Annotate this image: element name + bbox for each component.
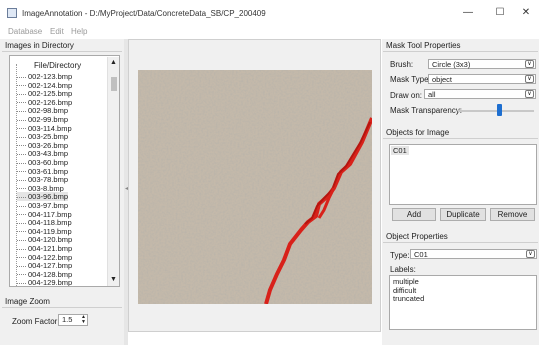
type-label: Type: bbox=[390, 251, 410, 260]
chevron-down-icon: ∨ bbox=[525, 90, 534, 98]
tree-branch bbox=[17, 239, 26, 241]
menu-edit[interactable]: Edit bbox=[50, 27, 64, 36]
scroll-thumb[interactable] bbox=[111, 77, 117, 91]
tree-branch bbox=[17, 110, 26, 112]
tree-branch bbox=[17, 257, 26, 259]
tree-branch bbox=[17, 222, 26, 224]
labels-label: Labels: bbox=[390, 265, 416, 274]
transparency-slider-thumb[interactable] bbox=[497, 104, 503, 116]
file-tree[interactable]: File/Directory 002-123.bmp 002-124.bmp 002… bbox=[9, 55, 120, 287]
tree-branch bbox=[17, 93, 26, 95]
tree-branch bbox=[17, 136, 26, 138]
add-object-button[interactable]: Add bbox=[392, 208, 436, 221]
tree-branch bbox=[17, 205, 26, 207]
tree-branch bbox=[17, 76, 26, 78]
close-button[interactable]: ✕ bbox=[510, 4, 539, 22]
tree-branch bbox=[17, 179, 26, 181]
zoom-factor-value: 1.5 bbox=[62, 315, 73, 324]
objects-panel-title: Objects for Image bbox=[383, 127, 538, 139]
tree-branch bbox=[17, 162, 26, 164]
brush-value: Circle (3x3) bbox=[432, 60, 471, 69]
tree-branch bbox=[17, 119, 26, 121]
app-icon bbox=[7, 8, 17, 18]
mask-panel-title: Mask Tool Properties bbox=[383, 40, 538, 52]
minimize-button[interactable]: — bbox=[452, 4, 484, 22]
tree-branch bbox=[17, 274, 26, 276]
chevron-down-icon: ∨ bbox=[525, 60, 534, 68]
brush-select[interactable]: Circle (3x3) ∨ bbox=[428, 59, 536, 69]
tree-branch bbox=[17, 188, 26, 190]
tree-branch bbox=[17, 231, 26, 233]
draw-on-value: all bbox=[428, 90, 436, 99]
tree-branch bbox=[17, 153, 26, 155]
tree-branch bbox=[17, 282, 26, 284]
zoom-panel-title: Image Zoom bbox=[2, 296, 122, 308]
tree-branch bbox=[17, 214, 26, 216]
title-bar: ImageAnnotation - D:/MyProject/Data/Conc… bbox=[0, 0, 539, 26]
transparency-slider-track[interactable] bbox=[458, 110, 534, 112]
file-item[interactable]: 004-129.bmp bbox=[17, 278, 72, 286]
images-panel-title: Images in Directory bbox=[2, 40, 122, 52]
object-props-title: Object Properties bbox=[383, 231, 538, 243]
mask-type-label: Mask Type: bbox=[390, 75, 431, 84]
objects-list[interactable]: C01 bbox=[389, 144, 537, 205]
tree-branch bbox=[17, 128, 26, 130]
mask-type-value: object bbox=[432, 75, 453, 84]
transparency-label: Mask Transparency: bbox=[390, 106, 463, 115]
concrete-image[interactable] bbox=[138, 70, 372, 304]
scroll-down-icon[interactable]: ▼ bbox=[110, 276, 117, 283]
tree-branch bbox=[17, 145, 26, 147]
object-item[interactable]: C01 bbox=[391, 146, 409, 155]
chevron-down-icon: ∨ bbox=[525, 75, 534, 83]
scroll-up-icon[interactable]: ▲ bbox=[110, 59, 117, 66]
window-title: ImageAnnotation - D:/MyProject/Data/Conc… bbox=[22, 9, 266, 18]
concrete-texture bbox=[138, 70, 372, 304]
tree-branch bbox=[17, 265, 26, 267]
file-name: 004-129.bmp bbox=[28, 278, 73, 286]
menu-help[interactable]: Help bbox=[71, 27, 87, 36]
remove-object-button[interactable]: Remove bbox=[490, 208, 535, 221]
file-tree-scrollbar[interactable]: ▲ ▼ bbox=[107, 57, 119, 286]
chevron-down-icon: ∨ bbox=[526, 250, 535, 258]
tree-branch bbox=[17, 171, 26, 173]
file-tree-header: File/Directory bbox=[34, 61, 82, 70]
zoom-factor-spinbox[interactable]: 1.5 ▲ ▼ bbox=[58, 314, 88, 326]
zoom-factor-label: Zoom Factor: bbox=[12, 317, 60, 326]
duplicate-object-button[interactable]: Duplicate bbox=[440, 208, 486, 221]
draw-on-select[interactable]: all ∨ bbox=[424, 89, 536, 99]
brush-label: Brush: bbox=[390, 60, 414, 69]
menu-bar: Database Edit Help bbox=[0, 26, 539, 38]
type-select[interactable]: C01 ∨ bbox=[410, 249, 537, 259]
mask-type-select[interactable]: object ∨ bbox=[428, 74, 536, 84]
tree-branch bbox=[17, 102, 26, 104]
tree-branch bbox=[17, 196, 26, 198]
menu-database[interactable]: Database bbox=[8, 27, 42, 36]
type-value: C01 bbox=[414, 250, 428, 259]
tree-branch bbox=[17, 248, 26, 250]
labels-list[interactable]: multiple difficult truncated bbox=[389, 275, 537, 330]
label-item[interactable]: truncated bbox=[393, 294, 424, 304]
spin-arrows-icon[interactable]: ▲ ▼ bbox=[81, 315, 86, 325]
tree-branch bbox=[17, 85, 26, 87]
file-list: 002-123.bmp 002-124.bmp 002-125.bmp 002-126… bbox=[17, 72, 107, 286]
draw-on-label: Draw on: bbox=[390, 91, 423, 100]
